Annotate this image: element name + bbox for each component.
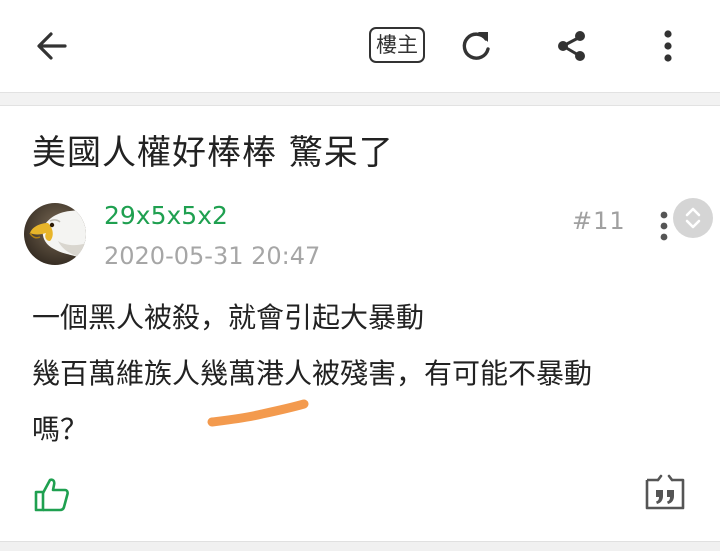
post-content-line: 幾百萬維族人幾萬港人被殘害，有可能不暴動 bbox=[32, 357, 593, 390]
post-timestamp: 2020-05-31 20:47 bbox=[104, 242, 321, 270]
thread-title: 美國人權好棒棒 驚呆了 bbox=[32, 133, 394, 173]
eagle-avatar-icon bbox=[24, 203, 86, 265]
arrow-left-icon bbox=[37, 32, 67, 60]
post-content: 一個黑人被殺，就會引起大暴動 幾百萬維族人幾萬港人被殘害，有可能不暴動 嗎？ bbox=[32, 290, 692, 458]
scroll-handle[interactable] bbox=[673, 198, 713, 238]
toolbar-divider bbox=[0, 92, 720, 106]
chevron-up-down-icon bbox=[685, 207, 701, 229]
post-content-line: 嗎？ bbox=[32, 413, 89, 446]
original-poster-button[interactable]: 樓主 bbox=[366, 23, 428, 67]
more-options-button[interactable] bbox=[644, 22, 692, 70]
more-vertical-icon bbox=[664, 30, 672, 62]
quote-icon bbox=[645, 474, 685, 510]
post-author[interactable]: 29x5x5x2 bbox=[104, 200, 228, 232]
post-more-button[interactable] bbox=[652, 206, 676, 246]
refresh-button[interactable] bbox=[452, 22, 500, 70]
top-toolbar: 樓主 bbox=[0, 0, 720, 92]
avatar[interactable] bbox=[24, 203, 86, 265]
back-button[interactable] bbox=[28, 22, 76, 70]
quote-reply-button[interactable] bbox=[640, 470, 690, 518]
post-content-line: 一個黑人被殺，就會引起大暴動 bbox=[32, 301, 425, 334]
more-vertical-icon bbox=[660, 211, 668, 241]
like-button[interactable] bbox=[28, 470, 76, 518]
share-button[interactable] bbox=[548, 22, 596, 70]
thumbs-up-icon bbox=[34, 478, 69, 512]
post-floor-number: #11 bbox=[572, 207, 626, 235]
post-separator bbox=[0, 541, 720, 551]
highlight-annotation bbox=[206, 398, 312, 436]
share-icon bbox=[558, 31, 585, 61]
refresh-icon bbox=[462, 32, 490, 60]
original-poster-label: 樓主 bbox=[369, 27, 425, 63]
